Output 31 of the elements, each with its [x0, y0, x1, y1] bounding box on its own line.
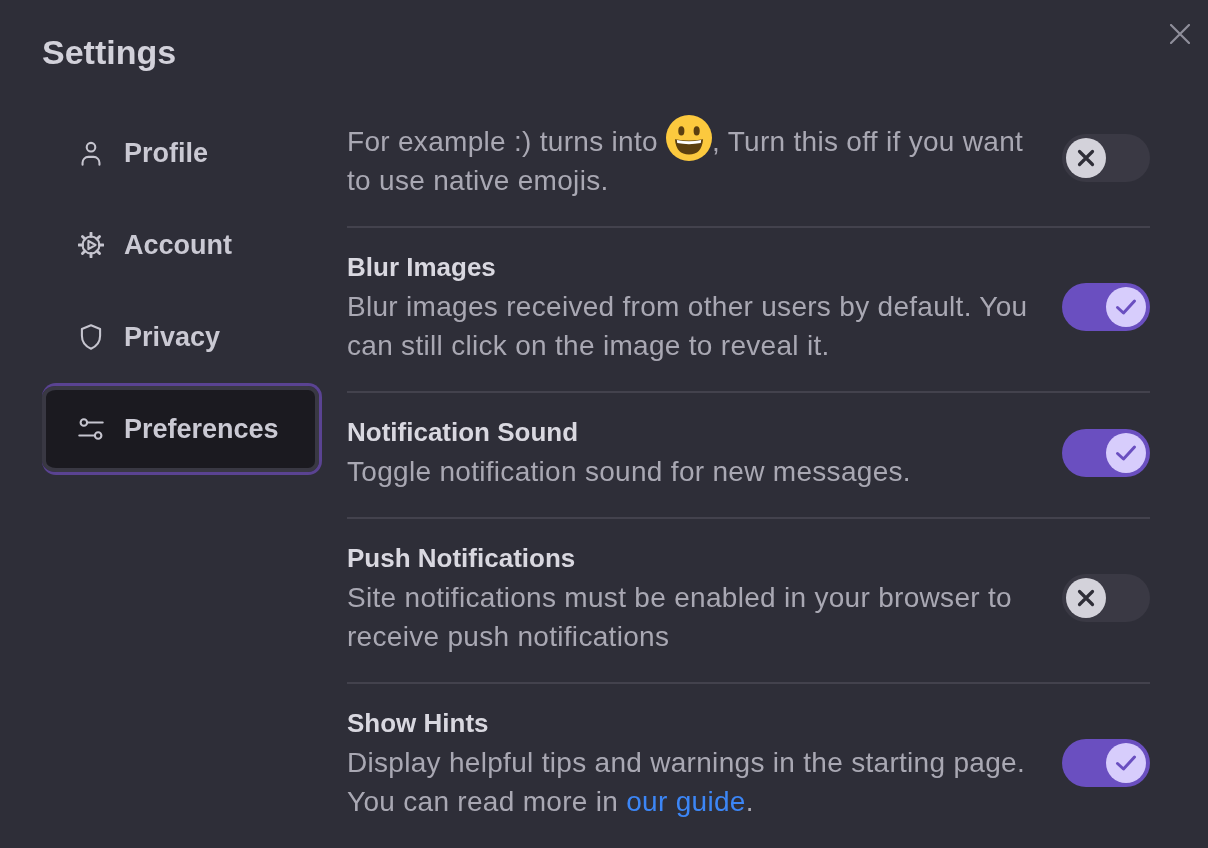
sidebar-item[interactable]: Privacy [42, 291, 322, 383]
cross-icon [1066, 578, 1106, 618]
close-icon [1170, 24, 1190, 44]
setting-title: Notification Sound [347, 416, 580, 449]
setting-description: Site notifications must be enabled in your browser to receive push notifications [347, 581, 1013, 654]
check-icon [1106, 432, 1146, 473]
toggle-switch[interactable] [1062, 428, 1150, 477]
shield-icon [78, 324, 104, 350]
toggle-switch[interactable] [1062, 133, 1150, 182]
toggle-switch[interactable] [1062, 283, 1150, 331]
sliders-icon [78, 416, 104, 442]
sidebar-item[interactable]: Profile [42, 107, 322, 199]
guide-link[interactable]: our guide [626, 786, 746, 817]
check-icon [1106, 743, 1146, 783]
toggle-switch[interactable] [1062, 574, 1150, 622]
setting-description: For example :) turns into , Turn this off if you want to use native emojis. [347, 115, 1040, 200]
setting-title: Blur Images [347, 251, 497, 284]
close-button[interactable] [1168, 22, 1192, 46]
toggle-switch[interactable] [1062, 739, 1150, 787]
smiley-emoji-icon [666, 115, 713, 161]
setting-title: Show Hints [347, 707, 490, 740]
gear-icon [78, 232, 104, 258]
sidebar-item[interactable]: Preferences [42, 383, 322, 475]
setting-description: Display helpful tips and warnings in the starting page. You can read more in our guide. [347, 746, 1026, 819]
setting-title: Push Notifications [347, 542, 577, 575]
settings-title: Settings [42, 32, 177, 72]
setting-description: Blur images received from other users by default. You can still click on the image to reveal it. [347, 290, 1029, 363]
cross-icon [1066, 137, 1106, 178]
check-icon [1106, 287, 1146, 327]
sidebar-item[interactable]: Account [42, 199, 322, 291]
setting-description: Toggle notification sound for new messages. [347, 455, 912, 489]
